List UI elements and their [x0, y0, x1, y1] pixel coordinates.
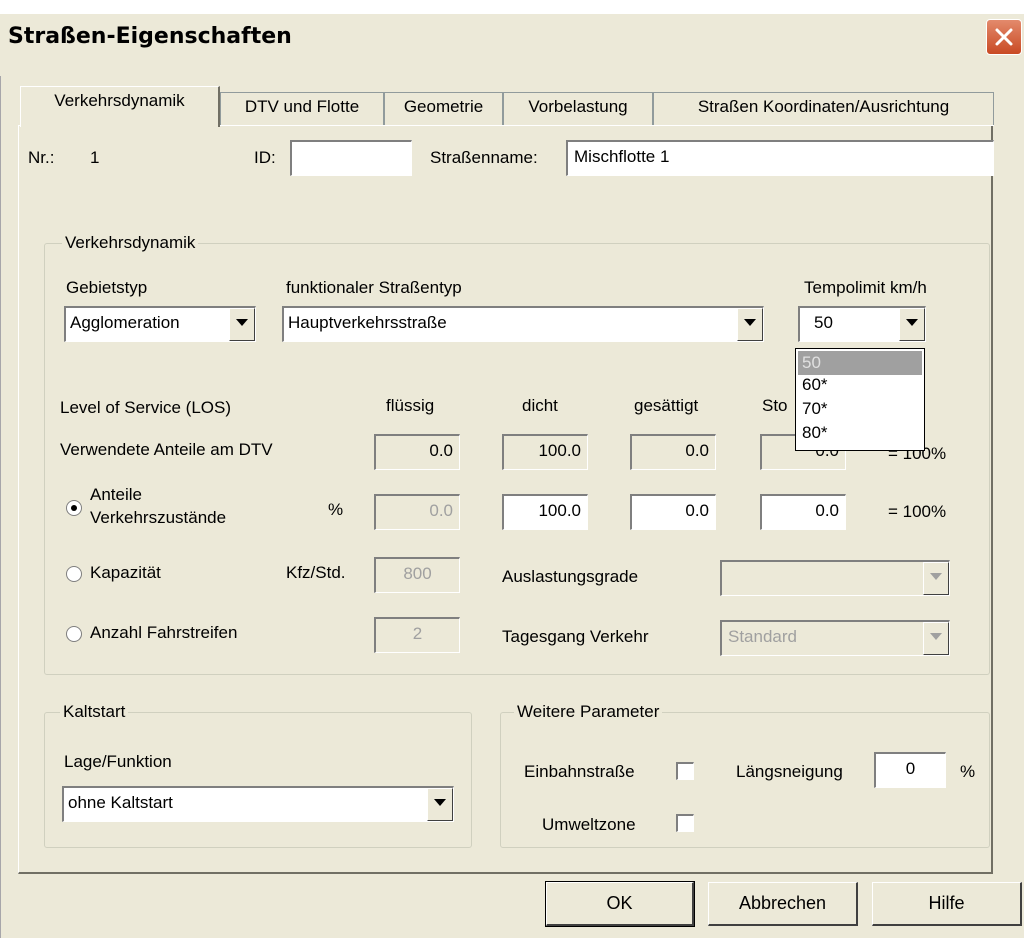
laengsneigung-unit: % — [960, 762, 976, 781]
los-label: Level of Service (LOS) — [60, 398, 232, 417]
chevron-down-icon — [236, 319, 248, 326]
tab-strassen-koordinaten[interactable]: Straßen Koordinaten/Ausrichtung — [653, 92, 994, 125]
tagesgang-dropdown-button — [923, 622, 949, 655]
strassenname-label: Straßenname: — [430, 148, 538, 167]
fahrstreifen-label: Anzahl Fahrstreifen — [90, 623, 238, 642]
anteile-gesaettigt-input[interactable]: 0.0 — [630, 494, 716, 530]
tempolimit-label: Tempolimit km/h — [804, 278, 927, 297]
kapazitaet-input: 800 — [374, 557, 460, 593]
tab-verkehrsdynamik[interactable]: Verkehrsdynamik — [20, 86, 220, 127]
kapazitaet-label: Kapazität — [90, 563, 161, 582]
chevron-down-icon — [930, 633, 942, 640]
auslastungsgrade-dropdown-button — [923, 562, 949, 595]
tagesgang-value: Standard — [728, 627, 797, 646]
kaltstart-group — [44, 712, 472, 848]
auslastungsgrade-label: Auslastungsgrade — [502, 567, 639, 586]
abbrechen-button[interactable]: Abbrechen — [708, 882, 858, 926]
hilfe-button[interactable]: Hilfe — [872, 882, 1022, 926]
los-col-fluessig: flüssig — [386, 396, 435, 415]
chevron-down-icon — [906, 319, 918, 326]
radio-anteile-unit: % — [328, 500, 344, 519]
strassentyp-value: Hauptverkehrsstraße — [288, 313, 447, 332]
anteile-dtv-dicht: 100.0 — [502, 434, 588, 470]
tab-vorbelastung[interactable]: Vorbelastung — [503, 92, 653, 125]
strassentyp-select[interactable]: Hauptverkehrsstraße — [282, 306, 764, 342]
fahrstreifen-input: 2 — [374, 617, 460, 653]
laengsneigung-label: Längsneigung — [736, 762, 843, 781]
strassentyp-label: funktionaler Straßentyp — [286, 278, 462, 297]
id-label: ID: — [254, 148, 276, 167]
laengsneigung-input[interactable]: 0 — [874, 752, 946, 788]
chevron-down-icon — [744, 319, 756, 326]
gebietstyp-label: Gebietstyp — [66, 278, 148, 297]
verkehrsdynamik-group-title: Verkehrsdynamik — [62, 233, 199, 253]
window-title: Straßen-Eigenschaften — [8, 24, 292, 49]
lage-value: ohne Kaltstart — [68, 793, 173, 812]
lage-label: Lage/Funktion — [64, 752, 172, 771]
gebietstyp-dropdown-button[interactable] — [229, 308, 255, 341]
radio-anteile[interactable] — [66, 500, 82, 516]
chevron-down-icon — [930, 573, 942, 580]
lage-dropdown-button[interactable] — [427, 788, 453, 821]
chevron-down-icon — [434, 799, 446, 806]
auslastungsgrade-select — [720, 560, 950, 596]
anteile-dicht-input[interactable]: 100.0 — [502, 494, 588, 530]
tagesgang-label: Tagesgang Verkehr — [502, 627, 649, 646]
anteile-fluessig-input: 0.0 — [374, 494, 460, 530]
los-col-gesaettigt: gesättigt — [634, 396, 699, 415]
tagesgang-select: Standard — [720, 620, 950, 656]
nr-label: Nr.: — [28, 148, 55, 167]
id-input[interactable] — [290, 140, 412, 176]
los-col-stop: Sto — [762, 396, 788, 415]
gebietstyp-select[interactable]: Agglomeration — [64, 306, 256, 342]
radio-kapazitaet[interactable] — [66, 566, 82, 582]
tempolimit-option-70[interactable]: 70* — [798, 398, 922, 420]
tempolimit-value: 50 — [814, 313, 833, 332]
tempolimit-dropdown-list[interactable]: 50 60* 70* 80* — [795, 348, 925, 451]
tempolimit-select[interactable]: 50 — [798, 306, 926, 342]
weitere-group-title: Weitere Parameter — [514, 702, 663, 722]
tempolimit-dropdown-button[interactable] — [899, 308, 925, 341]
umweltzone-label: Umweltzone — [542, 815, 636, 834]
gebietstyp-value: Agglomeration — [70, 313, 180, 332]
radio-anteile-label-1: Anteile — [90, 485, 142, 504]
lage-select[interactable]: ohne Kaltstart — [62, 786, 454, 822]
anteile-stop-input[interactable]: 0.0 — [760, 494, 846, 530]
einbahn-label: Einbahnstraße — [524, 762, 635, 781]
anteile-dtv-gesaettigt: 0.0 — [630, 434, 716, 470]
umweltzone-checkbox[interactable] — [676, 814, 694, 832]
anteile-dtv-label: Verwendete Anteile am DTV — [60, 440, 273, 459]
ok-button[interactable]: OK — [545, 881, 695, 927]
radio-fahrstreifen[interactable] — [66, 626, 82, 642]
tempolimit-option-50[interactable]: 50 — [798, 351, 922, 375]
los-col-dicht: dicht — [522, 396, 558, 415]
tempolimit-option-80[interactable]: 80* — [798, 422, 922, 444]
close-icon — [995, 28, 1013, 46]
einbahn-checkbox[interactable] — [676, 762, 694, 780]
anteile-sum: = 100% — [888, 502, 947, 521]
kapazitaet-unit: Kfz/Std. — [286, 563, 346, 582]
radio-anteile-label-2: Verkehrszustände — [90, 508, 227, 527]
kaltstart-group-title: Kaltstart — [60, 702, 129, 722]
tempolimit-option-60[interactable]: 60* — [798, 374, 922, 396]
tab-geometrie[interactable]: Geometrie — [384, 92, 503, 125]
close-button[interactable] — [986, 19, 1022, 55]
strassentyp-dropdown-button[interactable] — [737, 308, 763, 341]
radio-selected-dot — [71, 505, 77, 511]
tab-dtv-und-flotte[interactable]: DTV und Flotte — [220, 92, 384, 125]
anteile-dtv-fluessig: 0.0 — [374, 434, 460, 470]
strassenname-input[interactable]: Mischflotte 1 — [566, 140, 994, 176]
nr-value: 1 — [90, 148, 100, 167]
